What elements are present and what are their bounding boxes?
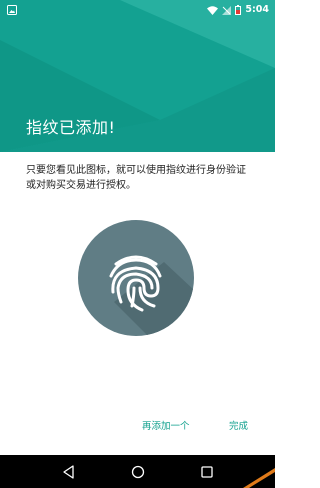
- photo-notification-icon: [7, 0, 17, 19]
- status-time: 5:04: [245, 3, 269, 15]
- signal-icon: [222, 0, 232, 19]
- wifi-icon: [207, 0, 219, 19]
- description-text: 只要您看见此图标，就可以使用指纹进行身份验证或对购买交易进行授权。: [26, 165, 246, 191]
- done-button[interactable]: 完成: [229, 418, 248, 432]
- page-title: 指纹已添加!: [26, 118, 116, 137]
- recents-icon[interactable]: [192, 457, 222, 487]
- battery-icon: [235, 0, 242, 19]
- corner-decoration: [243, 468, 275, 488]
- status-bar: 5:04: [0, 0, 275, 18]
- fingerprint-enrolled-screen: 5:04 指纹已添加! 只要您看见此图标，就可以使用指纹进行身份验证或对购买交易…: [0, 0, 275, 488]
- back-icon[interactable]: [54, 457, 84, 487]
- add-another-button[interactable]: 再添加一个: [142, 418, 190, 432]
- navigation-bar: [0, 455, 275, 488]
- fingerprint-icon: [78, 220, 194, 336]
- header: 5:04 指纹已添加!: [0, 0, 275, 152]
- home-icon[interactable]: [123, 457, 153, 487]
